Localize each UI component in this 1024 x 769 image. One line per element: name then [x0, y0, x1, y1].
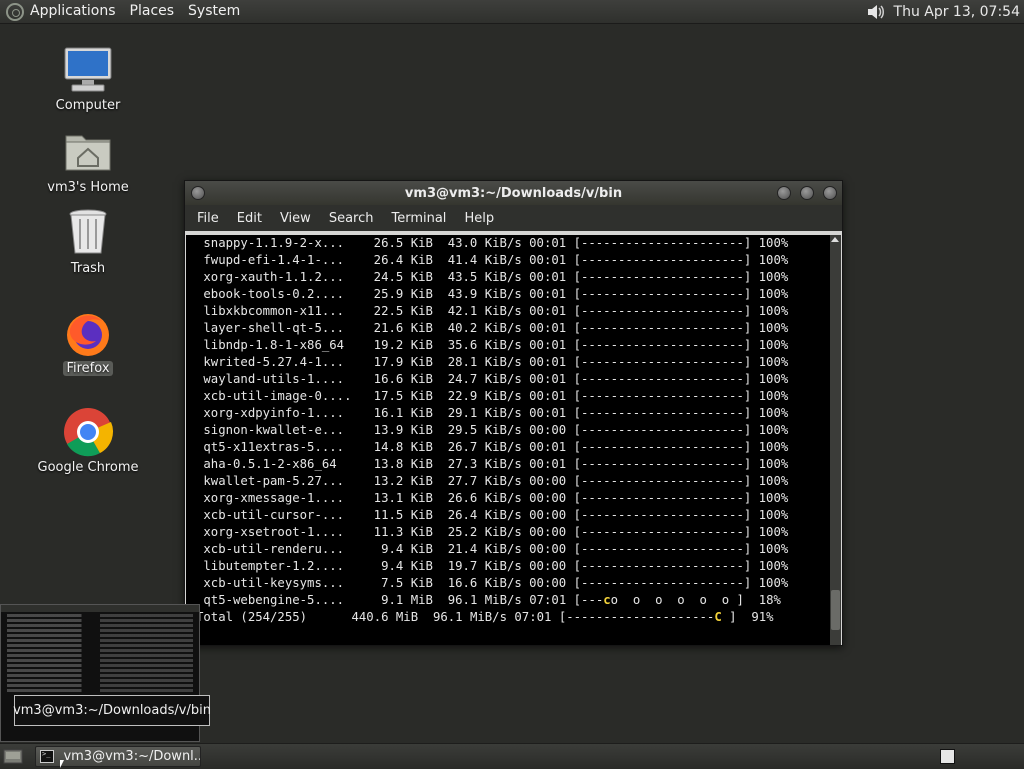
menu-help[interactable]: Help	[455, 211, 503, 226]
desktop-icon-home[interactable]: vm3's Home	[33, 126, 143, 195]
pacman-icon: c	[603, 593, 611, 607]
firefox-icon	[62, 307, 114, 359]
total-line: Total (254/255) 440.6 MiB 96.1 MiB/s 07:…	[196, 610, 774, 624]
pkg-rate: 96.1 MiB/s	[447, 593, 522, 607]
menu-search[interactable]: Search	[320, 211, 383, 226]
terminal-line: xorg-xdpyinfo-1.... 16.1 KiB 29.1 KiB/s …	[196, 406, 789, 420]
terminal-line: ebook-tools-0.2.... 25.9 KiB 43.9 KiB/s …	[196, 287, 789, 301]
terminal-line: xorg-xsetroot-1.... 11.3 KiB 25.2 KiB/s …	[196, 525, 789, 539]
desktop-icon-label: Trash	[70, 261, 106, 276]
workspace-switcher[interactable]	[940, 749, 955, 764]
pkg-time: 07:01	[529, 593, 567, 607]
menu-places[interactable]: Places	[124, 0, 183, 23]
menu-system[interactable]: System	[182, 0, 248, 23]
total-rate: 96.1 MiB/s	[432, 610, 507, 624]
window-title: vm3@vm3:~/Downloads/v/bin	[404, 185, 623, 201]
scroll-up-arrow-icon[interactable]	[831, 237, 839, 242]
terminal-output[interactable]: snappy-1.1.9-2-x... 26.5 KiB 43.0 KiB/s …	[186, 235, 831, 645]
terminal-line: signon-kwallet-e... 13.9 KiB 29.5 KiB/s …	[196, 423, 789, 437]
desktop-icon-firefox[interactable]: Firefox	[33, 307, 143, 376]
chrome-icon	[62, 406, 114, 458]
terminal-line: xcb-util-keysyms... 7.5 KiB 16.6 KiB/s 0…	[196, 576, 789, 590]
distro-logo-icon[interactable]	[6, 2, 24, 21]
total-label: Total (254/255)	[196, 610, 308, 624]
maximize-icon[interactable]	[800, 186, 814, 200]
terminal-line: libndp-1.8-1-x86_64 19.2 KiB 35.6 KiB/s …	[196, 338, 789, 352]
home-folder-icon	[62, 126, 114, 178]
menu-view[interactable]: View	[271, 211, 320, 226]
terminal-line: xcb-util-cursor-... 11.5 KiB 26.4 KiB/s …	[196, 508, 789, 522]
desktop-icon-chrome[interactable]: Google Chrome	[33, 406, 143, 475]
desktop-icon-label: Firefox	[63, 361, 113, 376]
close-icon[interactable]	[823, 186, 837, 200]
total-size: 440.6 MiB	[351, 610, 419, 624]
pacman-icon: C	[714, 610, 722, 624]
scroll-thumb[interactable]	[831, 590, 840, 630]
window-titlebar[interactable]: vm3@vm3:~/Downloads/v/bin	[185, 181, 842, 205]
terminal-line: wayland-utils-1.... 16.6 KiB 24.7 KiB/s …	[196, 372, 789, 386]
taskbar-button-label: vm3@vm3:~/Downl...	[63, 749, 200, 764]
window-tooltip: vm3@vm3:~/Downloads/v/bin	[13, 695, 211, 726]
minimize-icon[interactable]	[777, 186, 791, 200]
terminal-line: libutempter-1.2.... 9.4 KiB 19.7 KiB/s 0…	[196, 559, 789, 573]
terminal-line: fwupd-efi-1.4-1-... 26.4 KiB 41.4 KiB/s …	[196, 253, 789, 267]
terminal-text: snappy-1.1.9-2-x... 26.5 KiB 43.0 KiB/s …	[186, 235, 831, 626]
panel-clock[interactable]: Thu Apr 13, 07:54	[894, 4, 1024, 20]
mouse-pointer-icon	[60, 760, 68, 768]
show-desktop-icon[interactable]	[3, 748, 23, 765]
desktop-icon-trash[interactable]: Trash	[33, 207, 143, 276]
terminal-line: xorg-xmessage-1.... 13.1 KiB 26.6 KiB/s …	[196, 491, 789, 505]
desktop-icon-computer[interactable]: Computer	[33, 44, 143, 113]
desktop-icon-label: Google Chrome	[37, 460, 139, 475]
terminal-line: qt5-x11extras-5.... 14.8 KiB 26.7 KiB/s …	[196, 440, 789, 454]
bottom-panel: vm3@vm3:~/Downl...	[0, 743, 1024, 769]
top-panel: Applications Places System Thu Apr 13, 0…	[0, 0, 1024, 24]
terminal-line: snappy-1.1.9-2-x... 26.5 KiB 43.0 KiB/s …	[196, 236, 789, 250]
menu-file[interactable]: File	[188, 211, 228, 226]
desktop-icon-label: vm3's Home	[47, 180, 129, 195]
terminal-icon	[40, 750, 55, 763]
terminal-line: kwallet-pam-5.27... 13.2 KiB 27.7 KiB/s …	[196, 474, 789, 488]
terminal-line: xorg-xauth-1.1.2... 24.5 KiB 43.5 KiB/s …	[196, 270, 789, 284]
progress-line: qt5-webengine-5.... 9.1 MiB 96.1 MiB/s 0…	[196, 593, 781, 607]
terminal-line: aha-0.5.1-2-x86_64 13.8 KiB 27.3 KiB/s 0…	[196, 457, 789, 471]
total-percent: 91%	[751, 610, 774, 624]
terminal-line: xcb-util-renderu... 9.4 KiB 21.4 KiB/s 0…	[196, 542, 789, 556]
pkg-percent: 18%	[758, 593, 781, 607]
total-bar-prefix: [--------------------	[558, 610, 715, 624]
menu-edit[interactable]: Edit	[228, 211, 271, 226]
menu-terminal[interactable]: Terminal	[382, 211, 455, 226]
terminal-line: libxkbcommon-x11... 22.5 KiB 42.1 KiB/s …	[196, 304, 789, 318]
total-bar-rest: ]	[721, 610, 737, 624]
terminal-window[interactable]: vm3@vm3:~/Downloads/v/bin File Edit View…	[184, 180, 843, 646]
terminal-line: xcb-util-image-0.... 17.5 KiB 22.9 KiB/s…	[196, 389, 789, 403]
menu-applications[interactable]: Applications	[24, 0, 124, 23]
computer-icon	[62, 44, 114, 96]
progress-bar-prefix: [---	[573, 593, 604, 607]
terminal-line: layer-shell-qt-5... 21.6 KiB 40.2 KiB/s …	[196, 321, 789, 335]
window-menu-icon[interactable]	[191, 186, 205, 200]
terminal-menubar: File Edit View Search Terminal Help	[185, 205, 842, 231]
terminal-scrollbar[interactable]	[830, 235, 841, 645]
pkg-size: 9.1 MiB	[381, 593, 433, 607]
total-time: 07:01	[514, 610, 552, 624]
terminal-line: kwrited-5.27.4-1... 17.9 KiB 28.1 KiB/s …	[196, 355, 789, 369]
trash-icon	[62, 207, 114, 259]
desktop-icon-label: Computer	[55, 98, 121, 113]
pkg-name: qt5-webengine-5....	[196, 593, 345, 607]
volume-icon[interactable]	[864, 0, 888, 23]
progress-bar-rest: o o o o o o ]	[610, 593, 744, 607]
